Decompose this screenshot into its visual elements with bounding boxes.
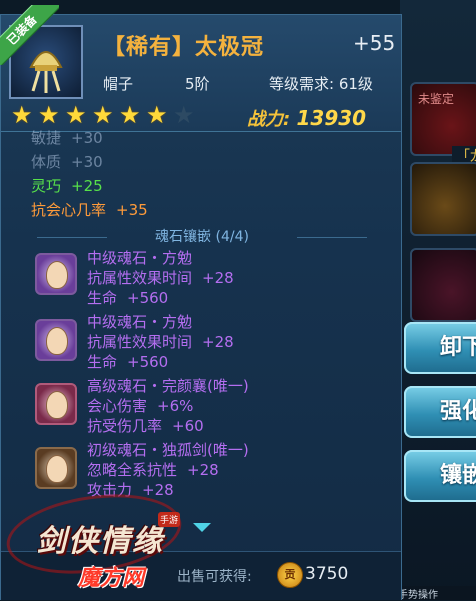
- item-tier: 5阶: [185, 75, 210, 93]
- soulstone-effect: 抗受伤几率 +60: [87, 417, 204, 435]
- logo-title: 剑侠情缘: [36, 524, 164, 559]
- level-requirement: 等级需求: 61级: [269, 75, 373, 93]
- star-rating: ★ ★ ★ ★ ★ ★ ★: [11, 103, 200, 129]
- item-name: 【稀有】太极冠: [103, 35, 265, 60]
- soulstone-effect: 生命 +560: [87, 353, 169, 371]
- inventory-slot-2[interactable]: [410, 162, 476, 236]
- star-icon: ★: [11, 101, 33, 129]
- soulstone-effect: 抗属性效果时间 +28: [87, 333, 234, 351]
- logo-site: 魔方网: [78, 566, 145, 591]
- unidentified-label: 未鉴定: [418, 92, 455, 106]
- equipped-badge: 已装备: [0, 5, 59, 65]
- game-logo: 剑侠情缘 手游 魔方网: [1, 466, 187, 600]
- soulstone-name: 中级魂石・方勉: [87, 313, 193, 331]
- soulstone-effect: 会心伤害 +6%: [87, 397, 194, 415]
- equipped-badge-label: 已装备: [0, 5, 59, 65]
- soulstone-name: 中级魂石・方勉: [87, 249, 193, 267]
- soulstone-section-title: 魂石镶嵌 (4/4): [37, 227, 367, 247]
- sell-price: 3750: [305, 564, 349, 584]
- star-icon: ★: [92, 101, 114, 129]
- combat-power: 战力: 13930: [247, 105, 366, 131]
- stat-row: 灵巧 +25: [31, 177, 103, 195]
- enhance-button[interactable]: 强化: [404, 386, 476, 438]
- sell-label: 出售可获得:: [177, 569, 252, 585]
- star-icon: ★: [38, 101, 60, 129]
- power-label: 战力:: [247, 109, 291, 130]
- contribution-coin-icon: 贡: [277, 562, 303, 588]
- scholar-portrait-icon[interactable]: [35, 253, 77, 295]
- stat-row: 体质 +30: [31, 153, 103, 171]
- star-icon: ★: [119, 101, 141, 129]
- unequip-button[interactable]: 卸下: [404, 322, 476, 374]
- power-value: 13930: [296, 106, 367, 130]
- soulstone-name: 高级魂石・完颜襄(唯一): [87, 377, 249, 395]
- scholar-portrait-icon[interactable]: [35, 319, 77, 361]
- enhance-level: +55: [353, 31, 396, 55]
- gesture-hint: 手势操作: [398, 586, 476, 601]
- soulstone-effect: 抗属性效果时间 +28: [87, 269, 234, 287]
- princess-portrait-icon[interactable]: [35, 383, 77, 425]
- soulstone-effect: 生命 +560: [87, 289, 169, 307]
- star-icon: ★: [146, 101, 168, 129]
- inlay-button[interactable]: 镶嵌: [404, 450, 476, 502]
- scroll-down-arrow-icon[interactable]: [193, 523, 211, 532]
- inventory-slot-1[interactable]: 未鉴定: [410, 82, 476, 156]
- star-empty-icon: ★: [173, 101, 195, 129]
- logo-tag: 手游: [158, 512, 181, 527]
- stat-row: 抗会心几率 +35: [31, 201, 148, 219]
- inventory-slot-3[interactable]: [410, 248, 476, 322]
- item-header: 已装备 【稀有】太极冠 +55 帽子 5阶 等级需求: 61级 ★ ★ ★ ★ …: [0, 5, 401, 132]
- star-icon: ★: [65, 101, 87, 129]
- stat-row: 敏捷 +30: [31, 129, 103, 147]
- item-type: 帽子: [103, 75, 134, 93]
- soulstone-name: 初级魂石・独孤剑(唯一): [87, 441, 249, 459]
